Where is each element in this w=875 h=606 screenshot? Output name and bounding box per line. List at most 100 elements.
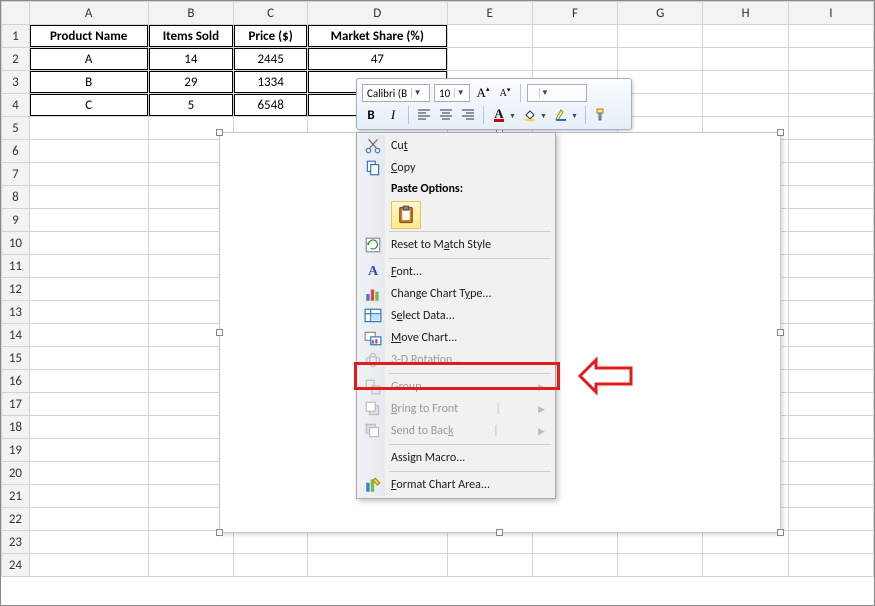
row-header-14[interactable]: 14 bbox=[2, 324, 30, 347]
row-header-19[interactable]: 19 bbox=[2, 439, 30, 462]
menu-copy[interactable]: Copy bbox=[359, 157, 553, 179]
cell-C3[interactable]: 1334 bbox=[234, 71, 308, 94]
cell-F1[interactable] bbox=[532, 25, 617, 48]
menu-move-chart[interactable]: Move Chart... bbox=[359, 327, 553, 349]
cell-C2[interactable]: 2445 bbox=[234, 48, 308, 71]
align-center-button[interactable] bbox=[437, 106, 455, 124]
col-header-E[interactable]: E bbox=[447, 2, 532, 25]
row-header-12[interactable]: 12 bbox=[2, 278, 30, 301]
cell-B2[interactable]: 14 bbox=[148, 48, 234, 71]
resize-handle[interactable] bbox=[216, 529, 223, 536]
chevron-down-icon[interactable]: ▼ bbox=[570, 106, 579, 124]
align-right-button[interactable] bbox=[459, 106, 477, 124]
resize-handle[interactable] bbox=[777, 329, 784, 336]
resize-handle[interactable] bbox=[777, 129, 784, 136]
row-header-4[interactable]: 4 bbox=[2, 94, 30, 117]
bold-button[interactable]: B bbox=[362, 106, 380, 124]
italic-button[interactable]: I bbox=[384, 106, 402, 124]
row-header-11[interactable]: 11 bbox=[2, 255, 30, 278]
font-name-combo[interactable]: Calibri (B▼ bbox=[362, 84, 430, 102]
row-header-6[interactable]: 6 bbox=[2, 140, 30, 163]
resize-handle[interactable] bbox=[216, 329, 223, 336]
chevron-down-icon[interactable]: ▼ bbox=[508, 106, 517, 124]
cell-C1[interactable]: Price ($) bbox=[234, 25, 308, 48]
cell-E2[interactable] bbox=[447, 48, 532, 71]
chevron-down-icon[interactable]: ▼ bbox=[411, 88, 423, 98]
menu-cut[interactable]: Cut bbox=[359, 135, 553, 157]
cell-H4[interactable] bbox=[703, 94, 788, 117]
cell-D1[interactable]: Market Share (%) bbox=[308, 25, 448, 48]
row-header-24[interactable]: 24 bbox=[2, 554, 30, 577]
align-left-button[interactable] bbox=[415, 106, 433, 124]
menu-select-data[interactable]: Select Data... bbox=[359, 305, 553, 327]
font-color-button[interactable]: A bbox=[490, 106, 508, 124]
chevron-down-icon[interactable]: ▼ bbox=[539, 106, 548, 124]
col-header-I[interactable]: I bbox=[788, 2, 873, 25]
row-header-9[interactable]: 9 bbox=[2, 209, 30, 232]
row-header-7[interactable]: 7 bbox=[2, 163, 30, 186]
cell-I2[interactable] bbox=[788, 48, 873, 71]
row-header-17[interactable]: 17 bbox=[2, 393, 30, 416]
cell-I1[interactable] bbox=[788, 25, 873, 48]
outline-color-button[interactable] bbox=[552, 106, 570, 124]
cell-A3[interactable]: B bbox=[29, 71, 148, 94]
menu-assign-macro[interactable]: Assign Macro... bbox=[359, 447, 553, 469]
cell-E1[interactable] bbox=[447, 25, 532, 48]
col-header-A[interactable]: A bbox=[29, 2, 148, 25]
grow-font-button[interactable]: A▴ bbox=[474, 84, 492, 102]
row-header-22[interactable]: 22 bbox=[2, 508, 30, 531]
paste-option-button[interactable] bbox=[391, 201, 421, 229]
col-header-F[interactable]: F bbox=[532, 2, 617, 25]
cell-A1[interactable]: Product Name bbox=[29, 25, 148, 48]
fill-color-button[interactable] bbox=[521, 106, 539, 124]
col-header-G[interactable]: G bbox=[618, 2, 703, 25]
shrink-font-button[interactable]: A▾ bbox=[496, 84, 514, 102]
row-header-5[interactable]: 5 bbox=[2, 117, 30, 140]
cell-A4[interactable]: C bbox=[29, 94, 148, 117]
row-header-1[interactable]: 1 bbox=[2, 25, 30, 48]
cell-G1[interactable] bbox=[618, 25, 703, 48]
resize-handle[interactable] bbox=[777, 529, 784, 536]
menu-change-chart-type[interactable]: Change Chart Type... bbox=[359, 283, 553, 305]
row-header-13[interactable]: 13 bbox=[2, 301, 30, 324]
chevron-down-icon[interactable]: ▼ bbox=[539, 88, 551, 98]
cell-H1[interactable] bbox=[703, 25, 788, 48]
menu-font[interactable]: A Font... bbox=[359, 261, 553, 283]
menu-reset-match-style[interactable]: Reset to Match Style bbox=[359, 234, 553, 256]
col-header-H[interactable]: H bbox=[703, 2, 788, 25]
select-all-corner[interactable] bbox=[2, 2, 30, 25]
cell-B1[interactable]: Items Sold bbox=[148, 25, 234, 48]
cell-B3[interactable]: 29 bbox=[148, 71, 234, 94]
cell-A5[interactable] bbox=[29, 117, 148, 140]
row-header-16[interactable]: 16 bbox=[2, 370, 30, 393]
chevron-down-icon[interactable]: ▼ bbox=[454, 88, 466, 98]
row-header-2[interactable]: 2 bbox=[2, 48, 30, 71]
style-combo[interactable]: ▼ bbox=[527, 84, 587, 102]
cell-I3[interactable] bbox=[788, 71, 873, 94]
row-header-21[interactable]: 21 bbox=[2, 485, 30, 508]
row-header-3[interactable]: 3 bbox=[2, 71, 30, 94]
row-header-15[interactable]: 15 bbox=[2, 347, 30, 370]
row-header-18[interactable]: 18 bbox=[2, 416, 30, 439]
cell-H2[interactable] bbox=[703, 48, 788, 71]
col-header-C[interactable]: C bbox=[234, 2, 308, 25]
row-header-10[interactable]: 10 bbox=[2, 232, 30, 255]
cell-I4[interactable] bbox=[788, 94, 873, 117]
cell-H3[interactable] bbox=[703, 71, 788, 94]
cell-F2[interactable] bbox=[532, 48, 617, 71]
resize-handle[interactable] bbox=[216, 129, 223, 136]
row-header-23[interactable]: 23 bbox=[2, 531, 30, 554]
row-header-8[interactable]: 8 bbox=[2, 186, 30, 209]
cell-C4[interactable]: 6548 bbox=[234, 94, 308, 117]
col-header-B[interactable]: B bbox=[148, 2, 234, 25]
col-header-D[interactable]: D bbox=[308, 2, 448, 25]
row-header-20[interactable]: 20 bbox=[2, 462, 30, 485]
cell-A2[interactable]: A bbox=[29, 48, 148, 71]
format-painter-button[interactable] bbox=[592, 106, 610, 124]
font-size-combo[interactable]: 10▼ bbox=[434, 84, 470, 102]
cell-B4[interactable]: 5 bbox=[148, 94, 234, 117]
resize-handle[interactable] bbox=[496, 529, 503, 536]
cell-G2[interactable] bbox=[618, 48, 703, 71]
menu-format-chart-area[interactable]: Format Chart Area... bbox=[359, 474, 553, 496]
cell-D2[interactable]: 47 bbox=[308, 48, 448, 71]
